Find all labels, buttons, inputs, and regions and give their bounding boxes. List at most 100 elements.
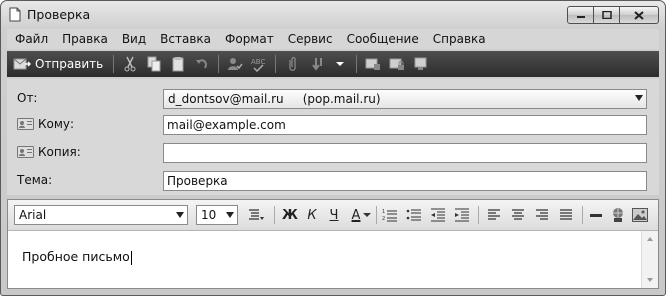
attach-button[interactable] [281,53,303,75]
document-icon [9,7,21,22]
font-size-select[interactable]: 10 [196,205,238,225]
italic-button[interactable]: К [302,206,322,224]
paragraph-style-button[interactable] [246,206,266,224]
offline-icon [414,57,427,70]
increase-indent-button[interactable] [452,206,472,224]
align-right-icon [536,209,548,220]
subject-label: Тема: [17,173,53,187]
work-offline-button[interactable] [410,53,432,75]
body-text-content: Пробное письмо [22,249,130,264]
spellcheck-icon: ABC [251,58,266,72]
menu-tools[interactable]: Сервис [282,32,339,46]
font-family-value: Arial [19,208,47,222]
priority-icon [312,58,323,71]
toolbar-separator [376,206,377,224]
sign-button[interactable] [362,53,384,75]
align-left-button[interactable] [484,206,504,224]
insert-picture-button[interactable] [630,206,650,224]
address-book-icon [17,146,34,158]
to-label: Кому: [38,117,75,131]
justify-icon [560,209,572,220]
menu-format[interactable]: Формат [219,32,280,46]
subject-field[interactable]: Проверка [163,171,647,191]
bulleted-list-icon [406,209,421,221]
toolbar-separator [356,55,358,73]
decrease-indent-button[interactable] [428,206,448,224]
insert-link-button[interactable] [608,206,628,224]
bold-button[interactable]: Ж [280,206,300,224]
align-left-icon [488,209,500,220]
message-body[interactable]: Пробное письмо [8,231,642,288]
outdent-icon [431,208,445,222]
paste-button[interactable] [167,53,189,75]
font-size-value: 10 [201,208,217,222]
menu-file[interactable]: Файл [9,32,54,46]
copy-button[interactable] [143,53,165,75]
priority-button[interactable] [305,53,327,75]
numbered-list-icon: 12 [382,209,397,222]
clipboard-icon [172,57,184,72]
spelling-button[interactable]: ABC [248,53,270,75]
minimize-icon [576,16,585,18]
menu-message[interactable]: Сообщение [341,32,425,46]
toolbar-separator [478,206,479,224]
minimize-button[interactable] [567,6,594,24]
compose-window: Проверка Файл Правка Вид Вставка Формат … [0,0,666,296]
priority-dropdown[interactable] [329,53,351,75]
font-family-select[interactable]: Arial [14,205,188,225]
send-icon [13,58,31,70]
bulleted-list-button[interactable] [404,206,424,224]
paperclip-icon [289,56,296,71]
horizontal-line-button[interactable] [586,206,606,224]
to-field[interactable]: mail@example.com [163,115,647,135]
indent-icon [455,208,469,222]
send-label: Отправить [35,57,104,71]
cc-label: Копия: [38,145,81,159]
align-center-icon [512,209,524,220]
close-button[interactable] [619,6,659,24]
encrypt-button[interactable] [386,53,408,75]
from-account-select[interactable]: d_dontsov@mail.ru (pop.mail.ru) [163,89,647,109]
menu-insert[interactable]: Вставка [154,32,217,46]
link-icon [613,208,623,222]
toolbar-separator [218,55,220,73]
cc-label-button[interactable]: Копия: [17,145,81,159]
cc-field[interactable] [163,143,647,163]
svg-text:1: 1 [382,209,385,215]
send-button[interactable]: Отправить [7,53,109,75]
check-names-button[interactable] [224,53,246,75]
menu-edit[interactable]: Правка [56,32,114,46]
toolbar-separator [275,55,277,73]
scroll-down-icon [647,278,653,282]
toolbar-separator [113,55,115,73]
chevron-down-icon [226,212,234,218]
message-body-text: Пробное письмо [22,249,132,265]
align-center-button[interactable] [508,206,528,224]
chevron-down-icon [176,212,184,218]
undo-icon [196,59,208,69]
undo-button[interactable] [191,53,213,75]
maximize-icon [601,11,612,19]
horizontal-line-icon [590,214,602,217]
menu-help[interactable]: Справка [427,32,492,46]
picture-icon [632,208,648,222]
maximize-button[interactable] [593,6,620,24]
underline-button[interactable]: Ч [324,206,344,224]
chevron-down-icon [336,62,345,66]
encrypt-icon [389,58,405,70]
menu-bar: Файл Правка Вид Вставка Формат Сервис Со… [7,29,659,49]
font-color-dropdown[interactable] [362,206,372,224]
numbered-list-button[interactable]: 12 [380,206,400,224]
scissors-icon [124,56,136,72]
title-bar: Проверка [1,1,665,29]
address-book-icon [17,118,34,130]
menu-view[interactable]: Вид [116,32,152,46]
align-right-button[interactable] [532,206,552,224]
vertical-scrollbar[interactable] [641,231,658,288]
message-editor: Arial 10 Ж К Ч A 12 Пробное письмо [7,199,659,289]
to-label-button[interactable]: Кому: [17,117,74,131]
cut-button[interactable] [119,53,141,75]
chevron-down-icon [363,213,371,217]
chevron-down-icon [635,95,643,101]
justify-button[interactable] [556,206,576,224]
